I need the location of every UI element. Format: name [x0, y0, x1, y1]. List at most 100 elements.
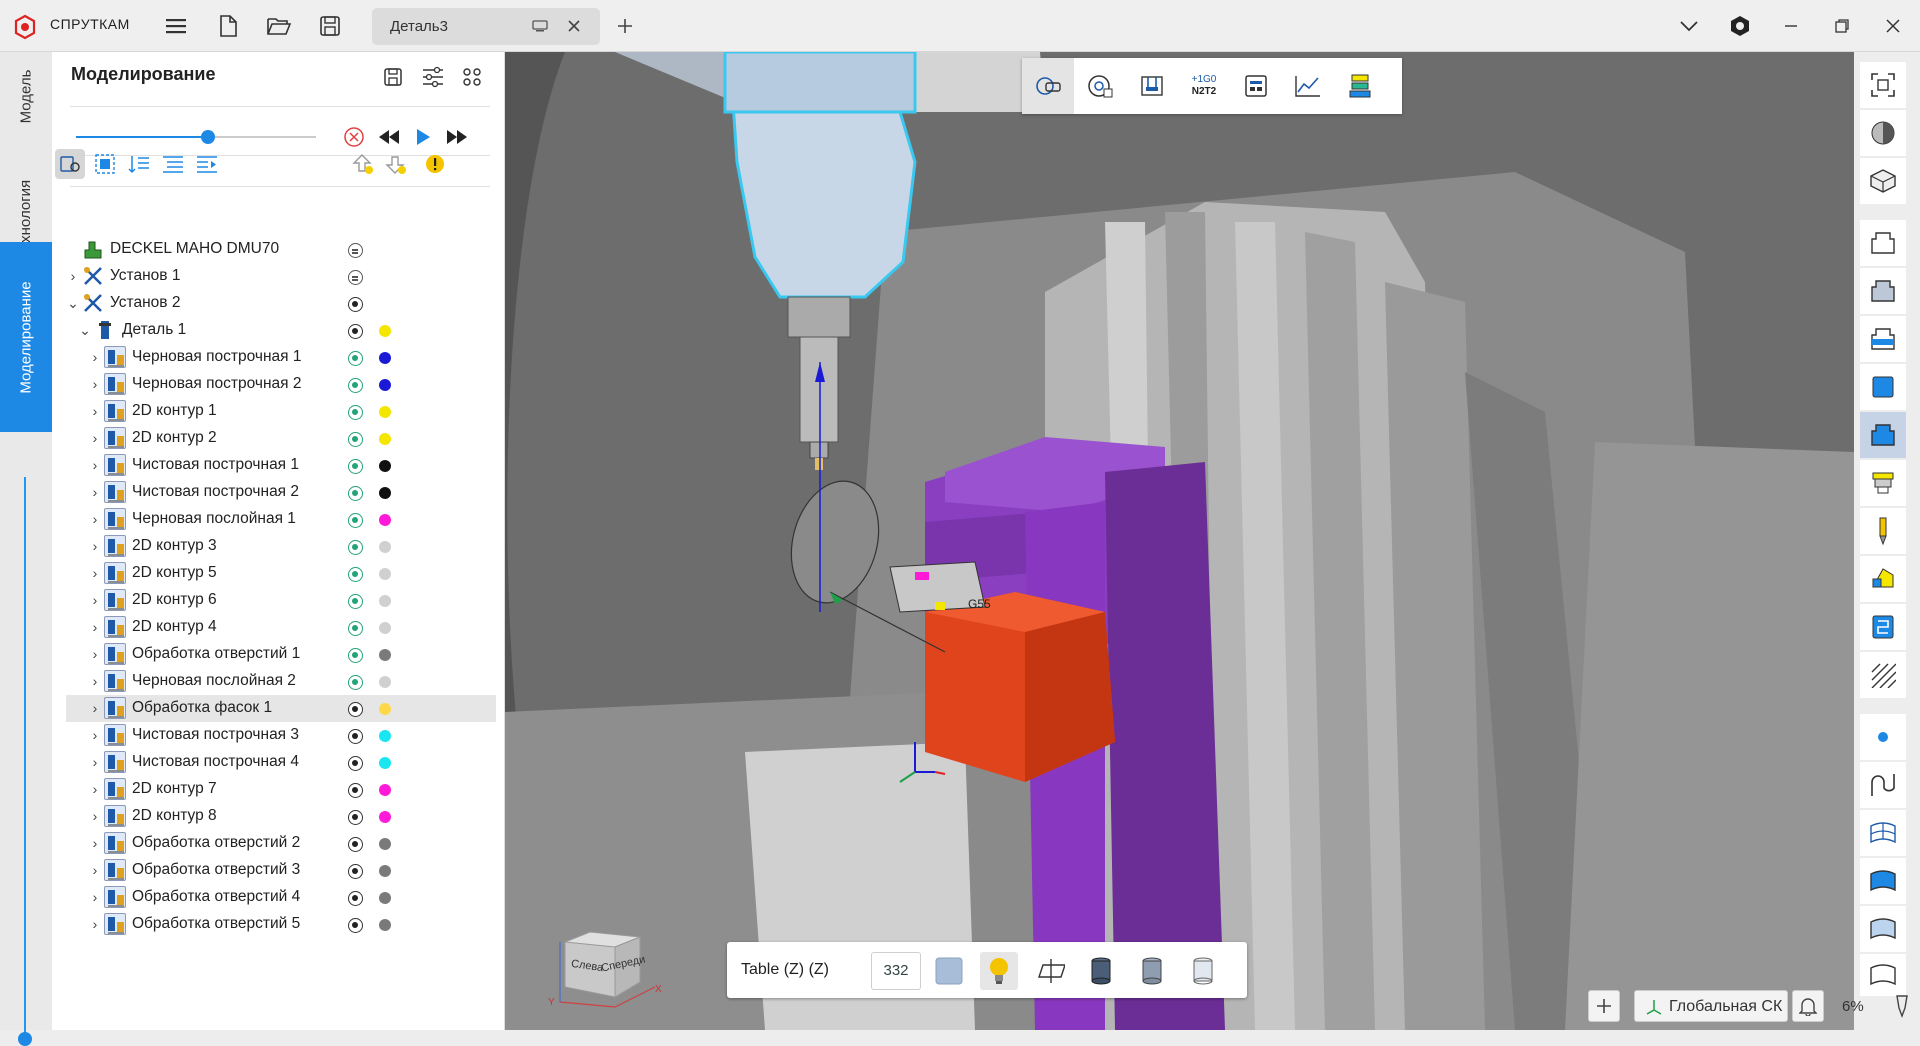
- row-status-icon[interactable]: [348, 459, 363, 474]
- surface-solid-icon[interactable]: [1860, 858, 1906, 904]
- row-status-icon[interactable]: [348, 594, 363, 609]
- pen-tool-icon[interactable]: [1893, 994, 1911, 1023]
- tree-row[interactable]: ⌄ Установ 2: [66, 290, 496, 317]
- row-status-icon[interactable]: [348, 324, 363, 339]
- tree-row[interactable]: › Обработка отверстий 3: [66, 857, 496, 884]
- row-status-icon[interactable]: [348, 567, 363, 582]
- shaded-display-icon[interactable]: [1133, 952, 1171, 990]
- open-folder-icon[interactable]: [266, 13, 292, 39]
- row-color-dot[interactable]: [379, 784, 391, 796]
- solid-display-icon[interactable]: [1082, 952, 1120, 990]
- tree-row[interactable]: DECKEL MAHO DMU70: [66, 236, 496, 263]
- row-status-icon[interactable]: [348, 540, 363, 555]
- row-color-dot[interactable]: [379, 433, 391, 445]
- machine-table-icon[interactable]: [1860, 316, 1906, 362]
- fit-view-icon[interactable]: [1860, 62, 1906, 108]
- surface-wire-icon[interactable]: [1860, 810, 1906, 856]
- row-status-icon[interactable]: [348, 918, 363, 933]
- warning-icon[interactable]: [420, 149, 450, 179]
- tree-row[interactable]: › 2D контур 4: [66, 614, 496, 641]
- tree-row[interactable]: › 2D контур 8: [66, 803, 496, 830]
- tree-row[interactable]: › Обработка отверстий 2: [66, 830, 496, 857]
- tree-row[interactable]: › 2D контур 6: [66, 587, 496, 614]
- tab-model[interactable]: Модель: [0, 56, 52, 136]
- tree-row[interactable]: › Обработка отверстий 1: [66, 641, 496, 668]
- slider-thumb[interactable]: [201, 130, 215, 144]
- collapse-list-icon[interactable]: [158, 149, 188, 179]
- panel-save-icon[interactable]: [378, 62, 408, 92]
- view-cube[interactable]: Слева Спереди Y X: [545, 912, 665, 1012]
- row-color-dot[interactable]: [379, 595, 391, 607]
- row-color-dot[interactable]: [379, 892, 391, 904]
- row-color-dot[interactable]: [379, 541, 391, 553]
- chevron-right-icon[interactable]: ›: [88, 457, 102, 473]
- tree-row[interactable]: › Черновая построчная 1: [66, 344, 496, 371]
- color-swatch-icon[interactable]: [930, 952, 968, 990]
- chevron-right-icon[interactable]: ›: [88, 835, 102, 851]
- machine-body-icon[interactable]: [1860, 268, 1906, 314]
- row-color-dot[interactable]: [379, 514, 391, 526]
- play-icon[interactable]: [408, 122, 438, 152]
- tree-row[interactable]: ⌄ Деталь 1: [66, 317, 496, 344]
- toolpath-display-icon[interactable]: [1860, 556, 1906, 602]
- row-color-dot[interactable]: [379, 568, 391, 580]
- simulation-progress-slider[interactable]: [76, 130, 316, 144]
- sort-list-icon[interactable]: [124, 149, 154, 179]
- row-color-dot[interactable]: [379, 325, 391, 337]
- graph-icon[interactable]: [1282, 58, 1334, 114]
- axis-value-field[interactable]: 332: [871, 952, 921, 990]
- chevron-right-icon[interactable]: ›: [66, 268, 80, 284]
- section-plane-icon[interactable]: [1031, 952, 1069, 990]
- row-status-icon[interactable]: [348, 702, 363, 717]
- row-status-icon[interactable]: [348, 837, 363, 852]
- hatch-pattern-icon[interactable]: [1860, 652, 1906, 698]
- row-color-dot[interactable]: [379, 865, 391, 877]
- menu-icon[interactable]: [163, 13, 189, 39]
- tree-row[interactable]: › Чистовая построчная 4: [66, 749, 496, 776]
- chevron-right-icon[interactable]: ›: [88, 376, 102, 392]
- expand-list-icon[interactable]: [192, 149, 222, 179]
- machine-housing-icon[interactable]: [1860, 220, 1906, 266]
- chevron-right-icon[interactable]: ›: [88, 403, 102, 419]
- tab-monitor-icon[interactable]: [532, 19, 548, 38]
- row-status-icon[interactable]: [348, 729, 363, 744]
- tree-row[interactable]: › Черновая послойная 2: [66, 668, 496, 695]
- row-status-icon[interactable]: [348, 405, 363, 420]
- new-tab-plus-icon[interactable]: [612, 13, 638, 39]
- chevron-right-icon[interactable]: ›: [88, 538, 102, 554]
- coordinate-system-selector[interactable]: Глобальная СК: [1634, 990, 1788, 1022]
- row-color-dot[interactable]: [379, 757, 391, 769]
- tool-display-icon[interactable]: [1860, 508, 1906, 554]
- notification-bell-icon[interactable]: [1792, 990, 1824, 1022]
- chevron-down-icon[interactable]: ⌄: [78, 322, 92, 338]
- row-status-icon[interactable]: [348, 351, 363, 366]
- save-icon[interactable]: [317, 13, 343, 39]
- chevron-right-icon[interactable]: ›: [88, 754, 102, 770]
- chevron-right-icon[interactable]: ›: [88, 727, 102, 743]
- row-color-dot[interactable]: [379, 406, 391, 418]
- row-status-icon[interactable]: [348, 783, 363, 798]
- row-color-dot[interactable]: [379, 676, 391, 688]
- chevron-right-icon[interactable]: ›: [88, 511, 102, 527]
- document-tab[interactable]: Деталь3: [372, 8, 600, 45]
- chevron-down-icon[interactable]: ⌄: [66, 295, 80, 311]
- workpiece-display-icon[interactable]: [1860, 412, 1906, 458]
- camera-settings-icon[interactable]: [1074, 58, 1126, 114]
- row-status-icon[interactable]: [348, 675, 363, 690]
- chevron-right-icon[interactable]: ›: [88, 673, 102, 689]
- machine-scene[interactable]: [505, 52, 1854, 1030]
- fixture-display-icon[interactable]: [1860, 364, 1906, 410]
- vertical-slider-track[interactable]: [24, 477, 26, 1037]
- row-status-icon[interactable]: [348, 810, 363, 825]
- chevron-right-icon[interactable]: ›: [88, 565, 102, 581]
- transparent-display-icon[interactable]: [1184, 952, 1222, 990]
- row-status-icon[interactable]: [348, 864, 363, 879]
- tab-close-icon[interactable]: [567, 19, 581, 38]
- chevron-right-icon[interactable]: ›: [88, 889, 102, 905]
- simulation-mode-icon[interactable]: [55, 149, 85, 179]
- chevron-right-icon[interactable]: ›: [88, 862, 102, 878]
- row-status-icon[interactable]: [348, 270, 363, 285]
- tree-row[interactable]: › Черновая построчная 2: [66, 371, 496, 398]
- row-color-dot[interactable]: [379, 622, 391, 634]
- status-panel-icon[interactable]: [1230, 58, 1282, 114]
